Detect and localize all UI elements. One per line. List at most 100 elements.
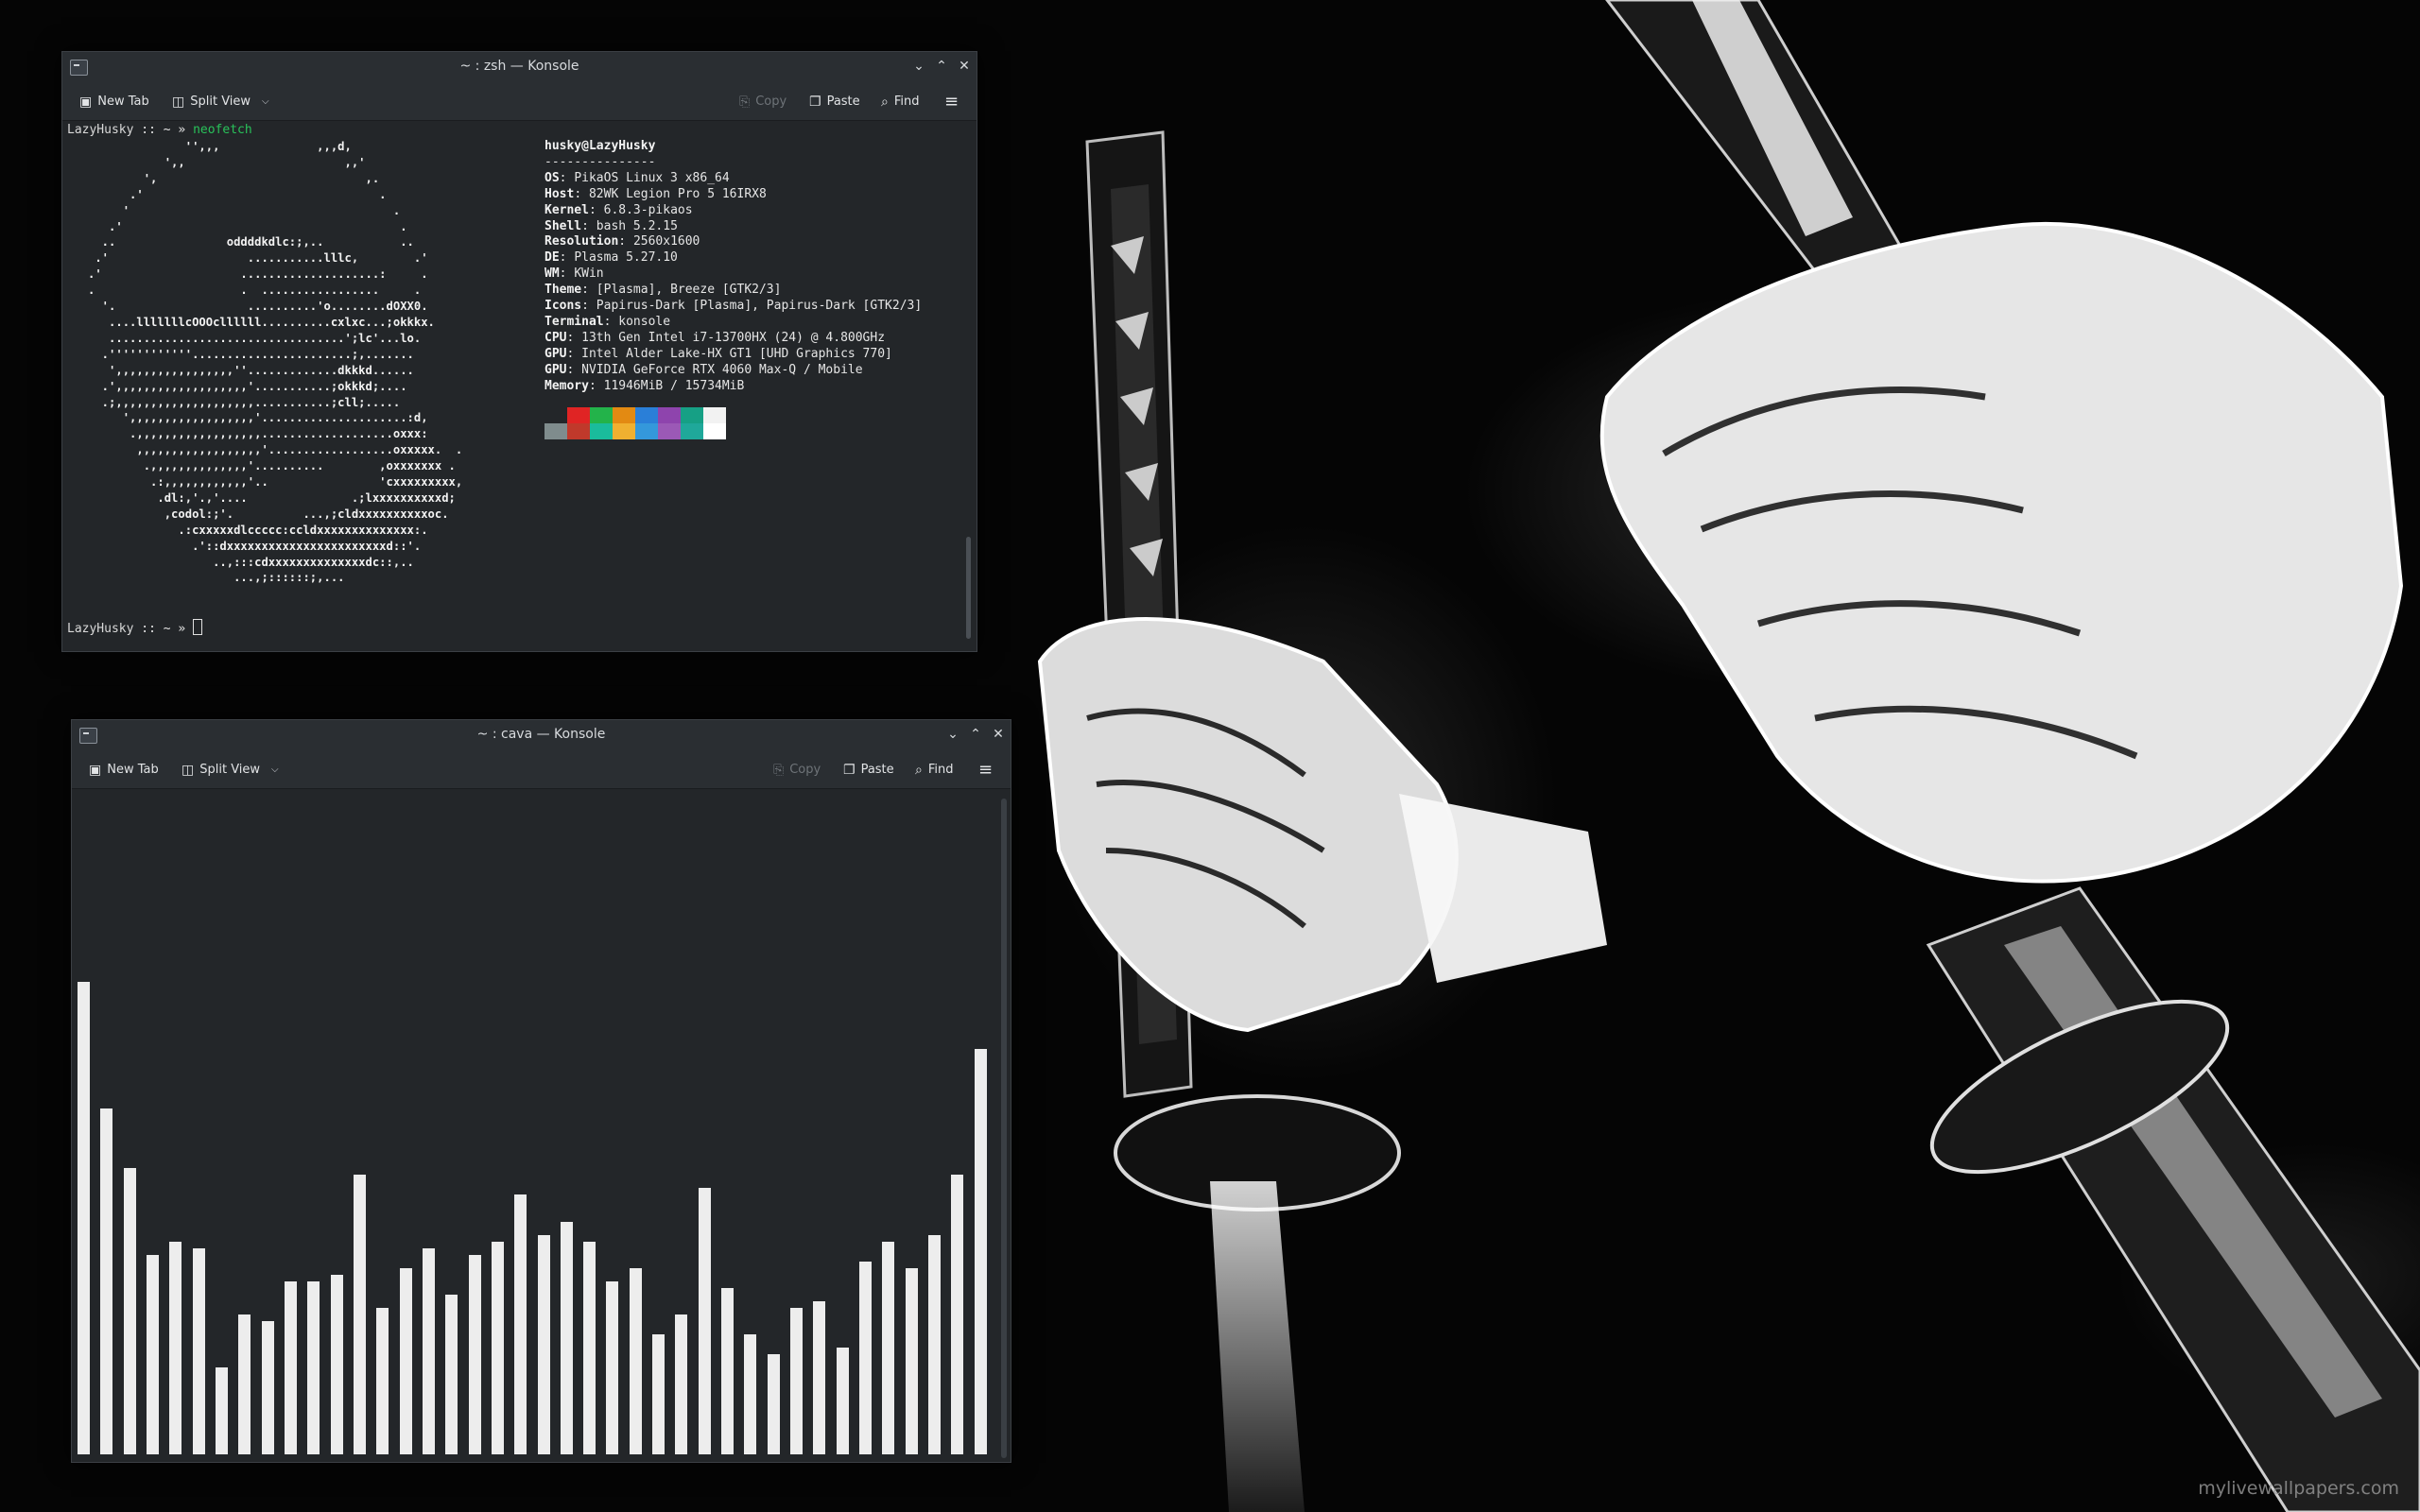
close-icon[interactable]: ✕ — [990, 726, 1007, 743]
visualizer-bar — [837, 1348, 849, 1454]
ascii-line: ....lllllllcOOOcllllll..........cxlxc...… — [67, 315, 435, 329]
sysinfo-rule: --------------- — [544, 154, 656, 169]
audio-visualizer — [78, 789, 997, 1454]
copy-label: Copy — [789, 763, 821, 777]
sysinfo-value: NVIDIA GeForce RTX 4060 Max-Q / Mobile — [581, 362, 863, 377]
visualizer-bar — [216, 1367, 228, 1454]
sysinfo-line: CPU: 13th Gen Intel i7-13700HX (24) @ 4.… — [544, 330, 886, 345]
visualizer-bar — [169, 1242, 182, 1454]
paste-button[interactable]: ❐ Paste — [809, 92, 860, 112]
sysinfo-key: WM — [544, 266, 560, 282]
visualizer-bar — [124, 1168, 136, 1454]
visualizer-bar — [859, 1262, 872, 1454]
sysinfo-key: GPU — [544, 346, 567, 361]
window-titlebar[interactable]: ~ : cava — Konsole ⌄ ⌃ ✕ — [72, 720, 1011, 750]
ascii-line: ', ,. — [67, 171, 380, 185]
ascii-line: ',,,,,,,,,,,,,,,,,''.............dkkkd..… — [67, 363, 414, 377]
new-tab-button[interactable]: ▣ New Tab — [89, 760, 159, 781]
maximize-icon[interactable]: ⌃ — [933, 58, 950, 75]
sysinfo-line: GPU: NVIDIA GeForce RTX 4060 Max-Q / Mob… — [544, 362, 863, 377]
ascii-line: .' . — [67, 187, 387, 201]
prompt-sep-2: :: ~ » — [133, 622, 194, 636]
sysinfo-value: 82WK Legion Pro 5 16IRX8 — [588, 186, 767, 201]
terminal-area[interactable]: LazyHusky :: ~ » neofetch '',,, ,,,d, ',… — [62, 121, 977, 651]
cava-visualizer-area[interactable] — [72, 789, 1011, 1462]
visualizer-bar — [238, 1314, 251, 1454]
visualizer-bar — [744, 1334, 756, 1454]
find-label: Find — [927, 763, 954, 777]
color-palette — [544, 406, 922, 439]
visualizer-bar — [262, 1321, 274, 1454]
visualizer-bar — [652, 1334, 665, 1454]
maximize-icon[interactable]: ⌃ — [967, 726, 984, 743]
sysinfo-value: [Plasma], Breeze [GTK2/3] — [596, 283, 782, 298]
hamburger-menu-icon[interactable]: ≡ — [978, 760, 993, 781]
minimize-icon[interactable]: ⌄ — [944, 726, 961, 743]
visualizer-bar — [354, 1175, 366, 1454]
visualizer-bar — [721, 1288, 734, 1454]
prompt-host-2: LazyHusky — [67, 622, 134, 636]
find-label: Find — [893, 94, 920, 109]
visualizer-bar — [147, 1255, 159, 1454]
terminal-scrollbar[interactable] — [1001, 799, 1007, 1458]
hamburger-menu-icon[interactable]: ≡ — [944, 92, 959, 112]
visualizer-bar — [561, 1222, 573, 1454]
sysinfo-value: PikaOS Linux 3 x86_64 — [574, 170, 730, 185]
ascii-line: .'::dxxxxxxxxxxxxxxxxxxxxxxxd::'. — [67, 539, 422, 553]
visualizer-bar — [928, 1235, 941, 1454]
sysinfo-value: 2560x1600 — [632, 234, 700, 249]
konsole-toolbar: ▣ New Tab ◫ Split View ⌵ ⎘ Copy ❐ Paste … — [72, 750, 1011, 789]
visualizer-bar — [100, 1108, 112, 1454]
palette-swatch — [567, 422, 590, 439]
sysinfo-key: Kernel — [544, 202, 589, 217]
terminal-scrollbar[interactable] — [966, 537, 971, 639]
visualizer-bar — [813, 1301, 825, 1454]
sysinfo-value: 6.8.3-pikaos — [603, 202, 693, 217]
palette-swatch — [567, 406, 590, 423]
terminal-cursor — [193, 619, 203, 635]
visualizer-bar — [514, 1194, 527, 1454]
prompt-line-1: LazyHusky :: ~ » neofetch — [67, 123, 252, 139]
ascii-line: ,codol:;'. ...,;cldxxxxxxxxxxoc. — [67, 507, 449, 521]
palette-swatch — [658, 422, 681, 439]
paste-label: Paste — [860, 763, 894, 777]
minimize-icon[interactable]: ⌄ — [910, 58, 927, 75]
paste-button[interactable]: ❐ Paste — [843, 760, 894, 781]
visualizer-bar — [906, 1268, 918, 1454]
find-button[interactable]: ⌕ Find — [881, 92, 919, 112]
ascii-line: .',,,,,,,,,,,,,,,,,,,'...........;okkkd;… — [67, 379, 407, 393]
visualizer-bar — [400, 1268, 412, 1454]
split-view-button[interactable]: ◫ Split View ⌵ — [172, 92, 269, 112]
sysinfo-value: KWin — [574, 266, 604, 282]
visualizer-bar — [790, 1308, 803, 1454]
visualizer-bar — [583, 1242, 596, 1454]
find-button[interactable]: ⌕ Find — [915, 760, 953, 781]
visualizer-bar — [469, 1255, 481, 1454]
konsole-window-zsh: ~ : zsh — Konsole ⌄ ⌃ ✕ ▣ New Tab ◫ Spli… — [61, 51, 977, 652]
new-tab-button[interactable]: ▣ New Tab — [79, 92, 149, 112]
sysinfo-value: Papirus-Dark [Plasma], Papirus-Dark [GTK… — [596, 299, 923, 314]
palette-swatch — [658, 406, 681, 423]
chevron-down-icon[interactable]: ⌵ — [262, 92, 269, 112]
visualizer-bar — [768, 1354, 780, 1454]
ascii-line: .,,,,,,,,,,,,,,'.......... ,oxxxxxxx . — [67, 459, 456, 473]
window-titlebar[interactable]: ~ : zsh — Konsole ⌄ ⌃ ✕ — [62, 52, 977, 82]
copy-icon: ⎘ — [773, 763, 785, 778]
copy-button[interactable]: ⎘ Copy — [739, 92, 786, 112]
sysinfo-key: Theme — [544, 283, 582, 298]
close-icon[interactable]: ✕ — [956, 58, 973, 75]
prompt-sep: :: ~ » — [133, 123, 194, 137]
sysinfo-lines: OS: PikaOS Linux 3 x86_64 Host: 82WK Legi… — [544, 171, 922, 395]
visualizer-bar — [78, 982, 90, 1454]
split-view-button[interactable]: ◫ Split View ⌵ — [182, 760, 279, 781]
split-view-label: Split View — [190, 94, 251, 109]
ascii-line: . . ................. . — [67, 284, 422, 298]
chevron-down-icon[interactable]: ⌵ — [271, 760, 279, 781]
sysinfo-value: 13th Gen Intel i7-13700HX (24) @ 4.800GH… — [581, 330, 886, 345]
ascii-line: ',,,,,,,,,,,,,,,,,,'....................… — [67, 411, 428, 425]
copy-button[interactable]: ⎘ Copy — [773, 760, 821, 781]
visualizer-bar — [538, 1235, 550, 1454]
paste-label: Paste — [826, 94, 860, 109]
sysinfo-line: OS: PikaOS Linux 3 x86_64 — [544, 170, 730, 185]
window-title: ~ : zsh — Konsole — [459, 59, 579, 74]
